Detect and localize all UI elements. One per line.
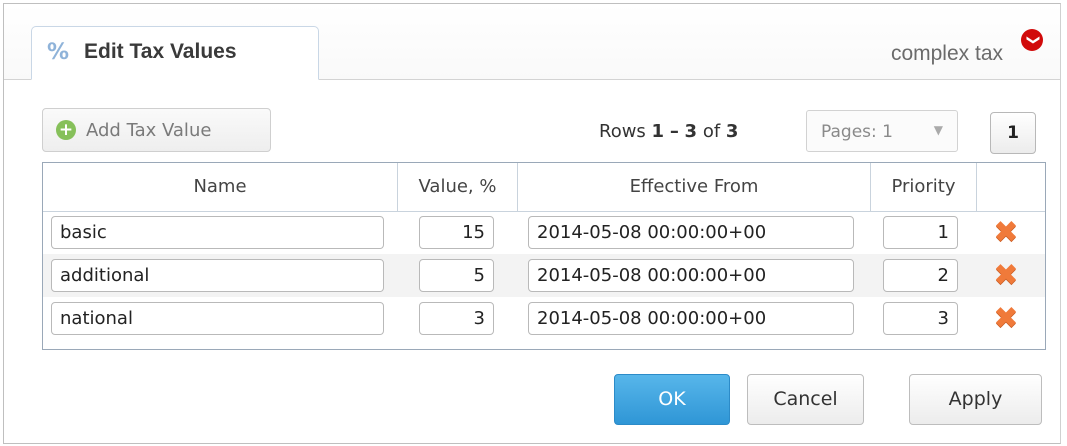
dropdown-arrow-icon: ▼: [933, 123, 943, 137]
tab-edit-tax-values[interactable]: % Edit Tax Values: [31, 26, 319, 80]
collapse-chevron-icon[interactable]: ❯: [1021, 29, 1043, 51]
rows-info: Rows 1 – 3 of 3: [599, 121, 738, 142]
add-tax-value-button[interactable]: + Add Tax Value: [42, 108, 271, 152]
table-row: national 3 2014-05-08 00:00:00+00 3 ✖: [43, 297, 1045, 340]
rows-to: 3: [684, 121, 698, 142]
percent-icon: %: [47, 40, 70, 65]
rows-from: 1: [651, 121, 665, 142]
pages-label: Pages: 1: [821, 122, 893, 142]
name-field[interactable]: national: [51, 302, 384, 335]
page-1-button[interactable]: 1: [990, 112, 1036, 154]
plus-icon: +: [56, 120, 76, 140]
value-field[interactable]: 5: [419, 259, 494, 292]
table-row: additional 5 2014-05-08 00:00:00+00 2 ✖: [43, 254, 1045, 297]
rows-total: 3: [725, 121, 739, 142]
rows-of: of: [702, 121, 721, 142]
column-divider: [976, 163, 977, 211]
column-header-effective-from: Effective From: [629, 176, 759, 197]
column-header-name: Name: [193, 176, 247, 197]
value-field[interactable]: 3: [419, 302, 494, 335]
delete-icon[interactable]: ✖: [991, 218, 1021, 248]
rows-prefix: Rows: [599, 121, 646, 142]
rows-dash: –: [669, 121, 679, 142]
priority-field[interactable]: 2: [883, 259, 958, 292]
dialog-header: % Edit Tax Values complex tax ❯: [4, 4, 1060, 80]
effective-from-field[interactable]: 2014-05-08 00:00:00+00: [528, 259, 854, 292]
tax-values-table: Name Value, % Effective From Priority ba…: [42, 162, 1046, 350]
delete-icon[interactable]: ✖: [991, 304, 1021, 334]
name-field[interactable]: additional: [51, 259, 384, 292]
add-tax-value-label: Add Tax Value: [86, 120, 212, 141]
effective-from-field[interactable]: 2014-05-08 00:00:00+00: [528, 302, 854, 335]
priority-field[interactable]: 1: [883, 216, 958, 249]
dialog-subtitle: complex tax: [890, 42, 1003, 65]
dialog-title: Edit Tax Values: [84, 40, 237, 63]
effective-from-field[interactable]: 2014-05-08 00:00:00+00: [528, 216, 854, 249]
ok-button[interactable]: OK: [614, 374, 730, 425]
column-header-value: Value, %: [418, 176, 497, 197]
chevron-down-icon: ❯: [1025, 34, 1040, 46]
value-field[interactable]: 15: [419, 216, 494, 249]
priority-field[interactable]: 3: [883, 302, 958, 335]
apply-button[interactable]: Apply: [909, 374, 1042, 425]
table-row: basic 15 2014-05-08 00:00:00+00 1 ✖: [43, 211, 1045, 254]
table-header: Name Value, % Effective From Priority: [43, 163, 1045, 212]
column-header-priority: Priority: [891, 176, 956, 197]
edit-tax-values-dialog: % Edit Tax Values complex tax ❯ + Add Ta…: [3, 3, 1061, 444]
pages-select[interactable]: Pages: 1 ▼: [806, 110, 958, 152]
cancel-button[interactable]: Cancel: [747, 374, 864, 425]
delete-icon[interactable]: ✖: [991, 261, 1021, 291]
name-field[interactable]: basic: [51, 216, 384, 249]
